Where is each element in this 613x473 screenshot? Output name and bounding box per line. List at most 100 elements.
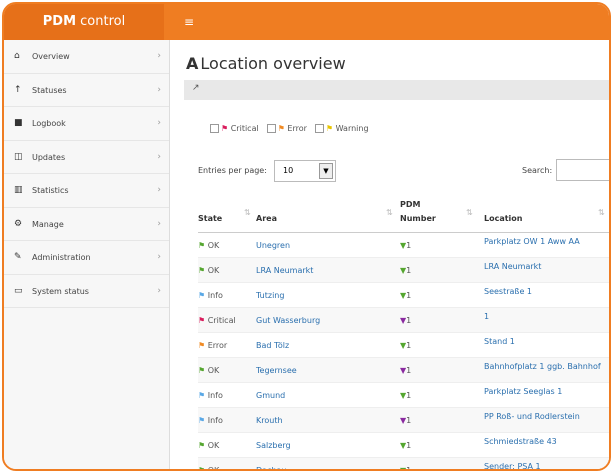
column-header-location[interactable]: Location: [484, 214, 523, 223]
pdm-cell: ▼1: [400, 316, 412, 325]
table-row[interactable]: ⚑ OK Salzberg ▼1 Schmiedstraße 43: [198, 433, 609, 458]
flag-icon: ⚑: [325, 124, 334, 133]
sidebar-item-updates[interactable]: ◫ Updates ›: [4, 141, 169, 174]
sidebar-item-label: Statuses: [32, 85, 67, 95]
pdm-cell: ▼1: [400, 391, 412, 400]
location-link[interactable]: Bahnhofplatz 1 ggb. Bahnhof: [484, 362, 609, 372]
flag-icon: ⚑: [198, 266, 206, 275]
location-link[interactable]: Schmiedstraße 43: [484, 437, 609, 447]
sidebar-item-overview[interactable]: ⌂ Overview ›: [4, 40, 169, 74]
sort-icon[interactable]: ⇅: [386, 208, 393, 217]
sidebar-item-administration[interactable]: ✎ Administration ›: [4, 241, 169, 275]
area-link[interactable]: Dachau: [256, 466, 287, 469]
updates-icon: ◫: [14, 151, 23, 162]
status-filter-legend: ⚑ Critical ⚑ Error ⚑ Warning: [210, 124, 377, 133]
table-row[interactable]: ⚑ Critical Gut Wasserburg ▼1 1: [198, 308, 609, 333]
status-cell: ⚑ Info: [198, 416, 223, 425]
legend-filter-critical[interactable]: ⚑ Critical: [210, 124, 259, 133]
area-link[interactable]: Tegernsee: [256, 366, 297, 375]
search-input[interactable]: [556, 159, 609, 181]
breadcrumb-icon[interactable]: ↗: [192, 83, 200, 93]
status-cell: ⚑ OK: [198, 241, 220, 250]
sidebar-item-statistics[interactable]: ▥ Statistics ›: [4, 174, 169, 208]
column-header-state[interactable]: State: [198, 214, 222, 223]
sidebar: ⌂ Overview › ↑ Statuses › ■ Logbook › ◫ Updates › ▥ S…: [4, 40, 170, 469]
flag-icon: ⚑: [221, 124, 229, 133]
sidebar-item-label: Manage: [32, 219, 64, 229]
legend-filter-warning[interactable]: ⚑ Warning: [314, 124, 369, 133]
table-row[interactable]: ⚑ OK Unegren ▼1 Parkplatz OW 1 Aww AA: [198, 233, 609, 258]
sidebar-item-system-status[interactable]: ▭ System status ›: [4, 275, 169, 308]
sidebar-item-label: Logbook: [32, 119, 66, 128]
table-header: State ⇅ Area ⇅ PDM Number ⇅ Location ⇅: [198, 190, 609, 233]
location-link[interactable]: PP Roß- und Rodlerstein: [484, 412, 609, 422]
checkbox[interactable]: [266, 124, 276, 133]
table-row[interactable]: ⚑ OK Dachau ▼1 Sender: PSA 1: [198, 458, 609, 471]
sidebar-item-logbook[interactable]: ■ Logbook ›: [4, 107, 169, 141]
area-link[interactable]: Bad Tölz: [256, 341, 289, 350]
location-link[interactable]: Parkplatz Seeglas 1: [484, 387, 609, 397]
gear-icon: ⚙: [14, 218, 23, 229]
status-cell: ⚑ Info: [198, 391, 223, 400]
sidebar-item-manage[interactable]: ⚙ Manage ›: [4, 208, 169, 241]
area-link[interactable]: Gmund: [256, 391, 285, 400]
pdm-cell: ▼1: [400, 416, 412, 425]
sort-icon[interactable]: ⇅: [244, 208, 251, 217]
location-link[interactable]: Sender: PSA 1: [484, 462, 609, 469]
location-link[interactable]: Seestraße 1: [484, 287, 609, 297]
flag-icon: ⚑: [198, 441, 206, 450]
table-row[interactable]: ⚑ Info Gmund ▼1 Parkplatz Seeglas 1: [198, 383, 609, 408]
column-header-pdm-number[interactable]: Number: [400, 214, 436, 223]
flag-icon: ⚑: [198, 366, 206, 375]
sidebar-item-label: Statistics: [32, 186, 69, 195]
status-cell: ⚑ OK: [198, 441, 220, 450]
breadcrumb: ↗: [184, 80, 609, 100]
area-link[interactable]: LRA Neumarkt: [256, 266, 313, 275]
checkbox[interactable]: [314, 124, 324, 133]
entries-per-page-select[interactable]: 10 ▼: [274, 160, 336, 182]
area-link[interactable]: Unegren: [256, 241, 290, 250]
table-row[interactable]: ⚑ Info Krouth ▼1 PP Roß- und Rodlerstein: [198, 408, 609, 433]
main-content: A Location overview ↗ ⚑ Critical ⚑ Error ⚑ …: [170, 40, 609, 469]
sidebar-item-label: Overview: [32, 52, 70, 61]
flag-icon: ⚑: [198, 416, 206, 425]
state-icon: ↑: [14, 84, 22, 95]
flag-icon: ⚑: [198, 391, 206, 400]
status-cell: ⚑ OK: [198, 266, 220, 275]
column-header-area[interactable]: Area: [256, 214, 277, 223]
brand-logo[interactable]: PDM control: [4, 4, 164, 40]
chevron-right-icon: ›: [157, 252, 161, 262]
sort-icon[interactable]: ⇅: [466, 208, 473, 217]
logbook-icon: ■: [14, 118, 23, 128]
sidebar-item-label: Updates: [32, 152, 66, 162]
table-row[interactable]: ⚑ Info Tutzing ▼1 Seestraße 1: [198, 283, 609, 308]
top-bar: PDM control ≡: [4, 4, 609, 40]
search-label: Search:: [522, 166, 553, 175]
table-row[interactable]: ⚑ OK LRA Neumarkt ▼1 LRA Neumarkt: [198, 258, 609, 283]
statistics-icon: ▥: [14, 185, 23, 195]
road-icon: A: [186, 54, 199, 73]
menu-toggle-icon[interactable]: ≡: [184, 4, 194, 40]
table-row[interactable]: ⚑ OK Tegernsee ▼1 Bahnhofplatz 1 ggb. Bahnh…: [198, 358, 609, 383]
area-link[interactable]: Tutzing: [256, 291, 284, 300]
location-link[interactable]: 1: [484, 312, 609, 322]
column-header-pdm[interactable]: PDM: [400, 200, 420, 209]
chevron-right-icon: ›: [157, 51, 161, 61]
location-link[interactable]: Stand 1: [484, 337, 609, 347]
chevron-right-icon: ›: [157, 185, 161, 195]
legend-label: Error: [287, 124, 307, 133]
area-link[interactable]: Gut Wasserburg: [256, 316, 320, 325]
location-link[interactable]: Parkplatz OW 1 Aww AA: [484, 237, 609, 247]
pdm-cell: ▼1: [400, 266, 412, 275]
flag-icon: ⚑: [198, 466, 206, 471]
checkbox[interactable]: [210, 124, 219, 133]
sort-icon[interactable]: ⇅: [598, 208, 605, 217]
wrench-icon: ✎: [14, 252, 22, 262]
sidebar-item-statuses[interactable]: ↑ Statuses ›: [4, 74, 169, 107]
legend-filter-error[interactable]: ⚑ Error: [266, 124, 307, 133]
status-cell: ⚑ Critical: [198, 316, 236, 325]
location-link[interactable]: LRA Neumarkt: [484, 262, 609, 272]
table-row[interactable]: ⚑ Error Bad Tölz ▼1 Stand 1: [198, 333, 609, 358]
area-link[interactable]: Salzberg: [256, 441, 291, 450]
area-link[interactable]: Krouth: [256, 416, 283, 425]
